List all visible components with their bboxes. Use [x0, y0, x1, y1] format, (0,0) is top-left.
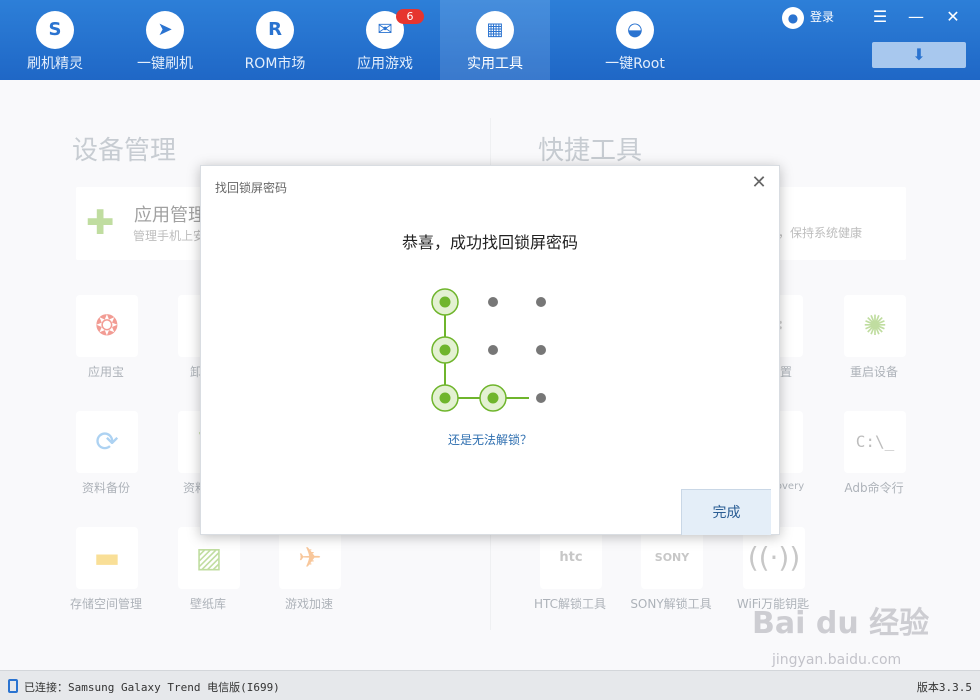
top-nav-bar: S 刷机精灵 ➤ 一键刷机 R ROM市场 ✉ 应用游戏 6 ▦ 实用工具 ◒ … — [0, 0, 980, 80]
login-label: 登录 — [810, 10, 835, 24]
nav-label: 一键刷机 — [137, 56, 193, 72]
recover-lock-dialog: 找回锁屏密码 ✕ 恭喜，成功找回锁屏密码 还是无法解锁？ 完成 — [200, 165, 780, 535]
nav-label: 实用工具 — [467, 56, 523, 72]
pattern-node-selected — [439, 344, 451, 356]
login-link[interactable]: ● 登录 — [782, 6, 834, 30]
close-window-icon[interactable]: ✕ — [940, 6, 966, 28]
nav-utilities[interactable]: ▦ 实用工具 — [440, 0, 550, 80]
pattern-node — [536, 345, 546, 355]
pattern-node — [488, 345, 498, 355]
shield-s-icon: S — [36, 11, 74, 49]
cursor-arrow-icon: ➤ — [146, 11, 184, 49]
pattern-node-selected — [487, 392, 499, 404]
nav-one-click-flash[interactable]: ➤ 一键刷机 — [110, 0, 220, 80]
nav-label: 一键Root — [605, 56, 665, 72]
pattern-node — [488, 297, 498, 307]
minimize-icon[interactable]: — — [903, 6, 929, 28]
nav-label: 应用游戏 — [357, 56, 413, 72]
connection-status: 已连接：Samsung Galaxy Trend 电信版(I699) — [24, 681, 280, 694]
nav-one-click-root[interactable]: ◒ 一键Root — [580, 0, 690, 80]
download-arrow-icon: ⬇ — [912, 45, 926, 64]
nav-label: 刷机精灵 — [27, 56, 83, 72]
nav-rom-market[interactable]: R ROM市场 — [220, 0, 330, 80]
status-bar: 已连接：Samsung Galaxy Trend 电信版(I699) 版本3.3… — [0, 670, 980, 700]
still-cannot-unlock-link[interactable]: 还是无法解锁？ — [201, 431, 779, 448]
success-message: 恭喜，成功找回锁屏密码 — [401, 233, 578, 252]
download-button[interactable]: ⬇ — [872, 42, 966, 68]
pattern-node-selected — [439, 296, 451, 308]
user-avatar-icon: ● — [782, 6, 804, 29]
pattern-node-selected — [439, 392, 451, 404]
unlock-pattern — [431, 288, 546, 412]
phone-icon — [8, 679, 18, 693]
r-logo-icon: R — [256, 11, 294, 49]
nav-label: ROM市场 — [244, 56, 306, 72]
done-button[interactable]: 完成 — [681, 489, 771, 535]
version-label: 版本3.3.5 — [916, 681, 972, 694]
dialog-title: 找回锁屏密码 — [215, 181, 288, 195]
grid-icon: ▦ — [476, 11, 514, 49]
nav-flash-wizard[interactable]: S 刷机精灵 — [0, 0, 110, 80]
notification-badge: 6 — [396, 9, 424, 24]
close-icon[interactable]: ✕ — [749, 173, 769, 193]
watermark-url: jingyan.baidu.com — [772, 652, 902, 668]
pattern-node — [536, 393, 546, 403]
menu-icon[interactable]: ☰ — [867, 6, 893, 28]
android-icon: ◒ — [616, 11, 654, 49]
nav-apps-games[interactable]: ✉ 应用游戏 — [330, 0, 440, 80]
watermark-logo: Bai du 经验 — [752, 606, 930, 641]
pattern-node — [536, 297, 546, 307]
